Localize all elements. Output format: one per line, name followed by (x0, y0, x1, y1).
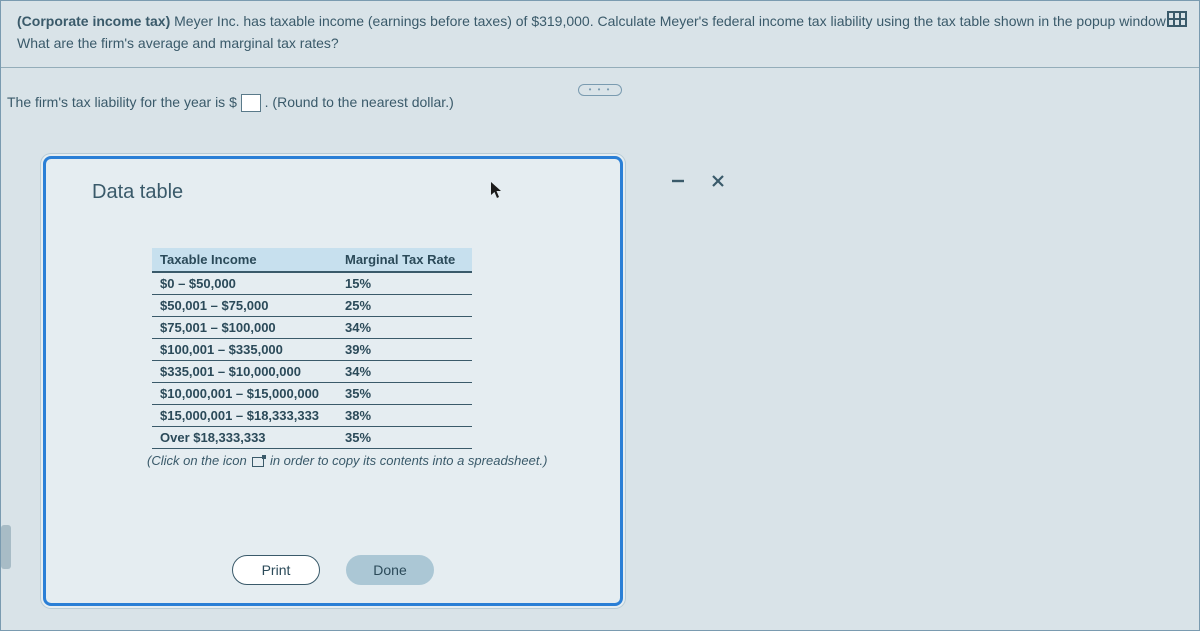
cell-bracket: $75,001 – $100,000 (152, 317, 337, 339)
minimize-icon[interactable] (669, 172, 687, 190)
col-header-income: Taxable Income (152, 248, 337, 272)
table-row: $15,000,001 – $18,333,33338% (152, 405, 472, 427)
question-line1: Meyer Inc. has taxable income (earnings … (174, 13, 1170, 29)
cell-rate: 34% (337, 317, 472, 339)
copy-note-suffix: in order to copy its contents into a spr… (266, 453, 547, 468)
answer-suffix: . (Round to the nearest dollar.) (265, 94, 454, 110)
cell-bracket: $100,001 – $335,000 (152, 339, 337, 361)
table-row: $335,001 – $10,000,00034% (152, 361, 472, 383)
col-header-rate: Marginal Tax Rate (337, 248, 472, 272)
tax-liability-input[interactable] (241, 94, 261, 112)
print-button[interactable]: Print (232, 555, 320, 585)
dialog-title: Data table (92, 181, 594, 204)
cell-bracket: $50,001 – $75,000 (152, 295, 337, 317)
cell-bracket: $15,000,001 – $18,333,333 (152, 405, 337, 427)
copy-note-prefix: (Click on the icon (147, 453, 250, 468)
close-icon[interactable] (709, 172, 727, 190)
question-tag: (Corporate income tax) (17, 13, 170, 29)
scrollbar-handle[interactable] (1, 525, 11, 569)
cell-rate: 38% (337, 405, 472, 427)
table-row: $100,001 – $335,00039% (152, 339, 472, 361)
question-line2: What are the firm's average and marginal… (17, 35, 1183, 51)
spreadsheet-icon[interactable] (1167, 11, 1187, 27)
data-table-dialog: Data table Taxable Income Marginal Tax R… (43, 156, 673, 616)
cell-rate: 35% (337, 427, 472, 449)
table-row: $0 – $50,00015% (152, 272, 472, 295)
table-row: $50,001 – $75,00025% (152, 295, 472, 317)
dialog-window-controls (669, 172, 727, 190)
question-block: (Corporate income tax) Meyer Inc. has ta… (1, 1, 1199, 68)
cell-rate: 25% (337, 295, 472, 317)
dialog-frame: Data table Taxable Income Marginal Tax R… (43, 156, 623, 606)
done-button[interactable]: Done (346, 555, 434, 585)
tax-table: Taxable Income Marginal Tax Rate $0 – $5… (152, 248, 594, 468)
cell-rate: 15% (337, 272, 472, 295)
copy-icon[interactable] (252, 457, 264, 467)
cell-rate: 35% (337, 383, 472, 405)
section-collapse-handle[interactable]: • • • (578, 84, 622, 96)
cell-bracket: Over $18,333,333 (152, 427, 337, 449)
cell-rate: 34% (337, 361, 472, 383)
copy-note: (Click on the icon in order to copy its … (147, 449, 594, 468)
table-row: $75,001 – $100,00034% (152, 317, 472, 339)
answer-prefix: The firm's tax liability for the year is… (7, 94, 237, 110)
cell-bracket: $10,000,001 – $15,000,000 (152, 383, 337, 405)
cell-bracket: $0 – $50,000 (152, 272, 337, 295)
cell-rate: 39% (337, 339, 472, 361)
table-row: $10,000,001 – $15,000,00035% (152, 383, 472, 405)
table-row: Over $18,333,33335% (152, 427, 472, 449)
cell-bracket: $335,001 – $10,000,000 (152, 361, 337, 383)
page-root: (Corporate income tax) Meyer Inc. has ta… (0, 0, 1200, 631)
dialog-buttons: Print Done (46, 555, 620, 585)
